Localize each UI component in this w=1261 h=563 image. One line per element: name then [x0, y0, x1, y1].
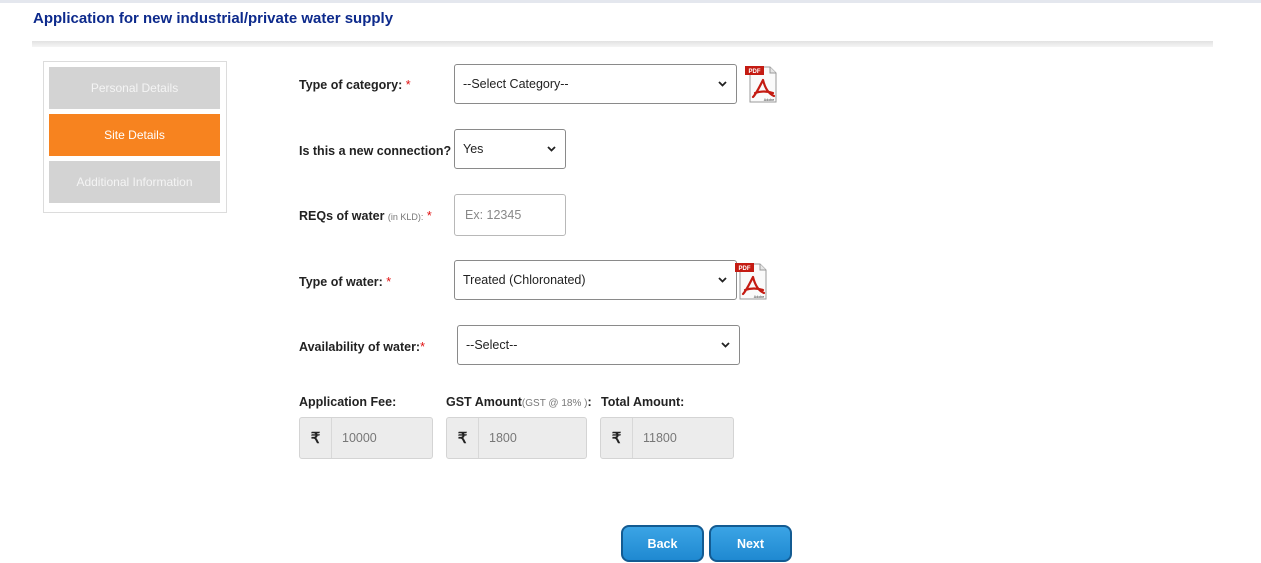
pdf-icon[interactable]: PDF Adobe	[744, 64, 778, 104]
total-amount-value: 11800	[643, 431, 677, 445]
sidebar-item-personal-details[interactable]: Personal Details	[49, 67, 220, 109]
application-fee-label: Application Fee:	[299, 395, 397, 409]
sidebar-item-site-details[interactable]: Site Details	[49, 114, 220, 156]
step-sidebar: Personal Details Site Details Additional…	[43, 61, 227, 213]
next-button[interactable]: Next	[709, 525, 792, 562]
availability-select[interactable]: --Select--	[457, 325, 740, 365]
svg-text:Adobe: Adobe	[754, 295, 764, 299]
top-border	[0, 0, 1261, 3]
total-amount-label: Total Amount:	[601, 395, 685, 409]
chevron-down-icon	[721, 342, 730, 348]
water-requirement-label: REQs of water (in KLD): *	[299, 209, 432, 223]
sidebar-item-label: Personal Details	[90, 81, 179, 95]
svg-text:PDF: PDF	[749, 69, 761, 75]
sidebar-item-additional-information[interactable]: Additional Information	[49, 161, 220, 203]
category-select[interactable]: --Select Category--	[454, 64, 737, 104]
new-connection-select-value: Yes	[463, 142, 484, 156]
gst-rate-note: (GST @ 18% )	[521, 398, 588, 409]
water-type-select-value: Treated (Chloronated)	[463, 273, 586, 287]
application-fee-field: ₹ 10000	[299, 417, 433, 459]
required-marker: *	[386, 275, 392, 289]
rupee-icon: ₹	[447, 418, 479, 458]
required-marker: *	[405, 78, 411, 92]
category-select-value: --Select Category--	[463, 77, 569, 91]
gst-amount-value: 1800	[489, 431, 517, 445]
back-button[interactable]: Back	[621, 525, 704, 562]
title-divider	[32, 41, 1213, 47]
svg-text:PDF: PDF	[739, 266, 751, 272]
water-type-label: Type of water: *	[299, 275, 392, 289]
gst-amount-field: ₹ 1800	[446, 417, 587, 459]
new-connection-label: Is this a new connection? *	[299, 144, 459, 158]
water-type-select[interactable]: Treated (Chloronated)	[454, 260, 737, 300]
rupee-icon: ₹	[300, 418, 332, 458]
required-marker: *	[426, 209, 432, 223]
svg-text:Adobe: Adobe	[764, 98, 774, 102]
rupee-icon: ₹	[601, 418, 633, 458]
required-marker: *	[420, 340, 425, 354]
page-title: Application for new industrial/private w…	[33, 10, 394, 27]
chevron-down-icon	[547, 146, 556, 152]
chevron-down-icon	[718, 81, 727, 87]
application-fee-value: 10000	[342, 431, 377, 445]
sidebar-item-label: Additional Information	[76, 175, 193, 189]
total-amount-field: ₹ 11800	[600, 417, 734, 459]
water-requirement-input[interactable]: Ex: 12345	[454, 194, 566, 236]
chevron-down-icon	[718, 277, 727, 283]
availability-select-value: --Select--	[466, 338, 518, 352]
new-connection-select[interactable]: Yes	[454, 129, 566, 169]
sidebar-item-label: Site Details	[104, 128, 165, 142]
availability-label: Availability of water:*	[299, 340, 425, 354]
unit-note: (in KLD):	[387, 212, 424, 222]
category-label: Type of category: *	[299, 78, 411, 92]
pdf-icon[interactable]: PDF Adobe	[734, 261, 768, 301]
water-requirement-placeholder: Ex: 12345	[465, 208, 522, 222]
gst-amount-label: GST Amount(GST @ 18% ):	[446, 395, 592, 409]
